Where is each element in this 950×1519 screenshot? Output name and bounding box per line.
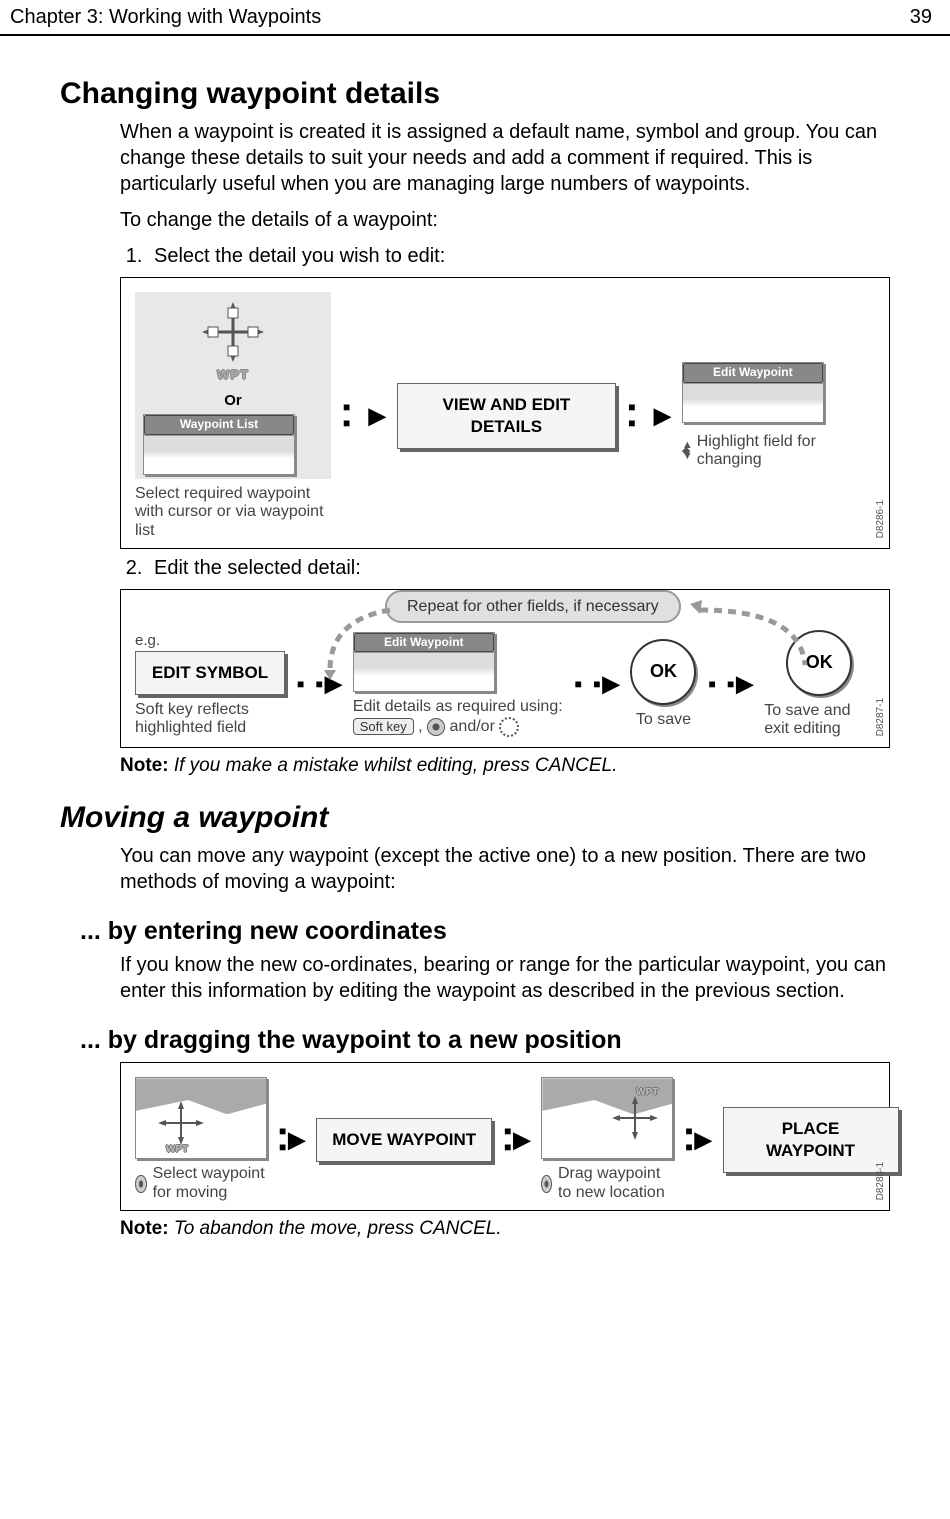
fourway-icon	[135, 1175, 147, 1193]
section-heading-moving: Moving a waypoint	[60, 798, 890, 837]
move-waypoint-panel: MOVE WAYPOINT	[316, 1118, 492, 1162]
caption-drag: Drag waypoint to new location	[558, 1165, 673, 1202]
view-edit-panel: VIEW AND EDIT DETAILS	[397, 383, 617, 449]
page-header: Chapter 3: Working with Waypoints 39	[0, 0, 950, 36]
arrow-icon: ■ ■ ▶	[339, 400, 389, 431]
eg-label: e.g.	[135, 631, 285, 651]
trackpad-icon	[427, 718, 445, 736]
note-cancel-move: Note: To abandon the move, press CANCEL.	[120, 1217, 890, 1242]
figure-code: D8286-1	[874, 500, 887, 538]
page-number: 39	[910, 4, 932, 30]
map-thumb: WPT	[135, 1077, 267, 1159]
caption-to-save: To save	[636, 711, 691, 729]
caption-highlight: Highlight field for changing	[697, 433, 875, 470]
body-text: To change the details of a waypoint:	[120, 207, 890, 233]
chapter-title: Chapter 3: Working with Waypoints	[10, 4, 321, 30]
figure-edit-detail: Repeat for other fields, if necessary e.…	[120, 589, 890, 748]
wpt-label: WPT	[636, 1086, 658, 1099]
step-1: Select the detail you wish to edit:	[148, 243, 890, 269]
cursor-icon	[143, 302, 323, 362]
figure-drag-waypoint: WPT Select waypoint for moving ■ ■ ▶ MOV…	[120, 1062, 890, 1211]
arrow-icon: ■ ■ ▶	[681, 1124, 714, 1155]
arrow-icon: ■ ■ ▶	[275, 1124, 308, 1155]
edit-symbol-panel: EDIT SYMBOL	[135, 651, 285, 695]
caption-softkey: Soft key reflects highlighted field	[135, 701, 285, 738]
caption-select-move: Select waypoint for moving	[153, 1165, 267, 1202]
repeat-bubble: Repeat for other fields, if necessary	[385, 590, 681, 623]
arrow-icon: ■ ■ ▶	[624, 400, 674, 431]
map-thumb: WPT	[541, 1077, 673, 1159]
figure-code: D8287-1	[874, 698, 887, 736]
note-cancel-edit: Note: If you make a mistake whilst editi…	[120, 754, 890, 779]
step-2: Edit the selected detail:	[148, 555, 890, 581]
fourway-icon	[541, 1175, 552, 1193]
body-text: When a waypoint is created it is assigne…	[120, 119, 890, 197]
ok-button: OK	[630, 639, 696, 705]
and-or-label: and/or	[450, 718, 495, 735]
soft-key-chip: Soft key	[353, 718, 414, 735]
waypoint-list-tab: Waypoint List	[144, 415, 294, 435]
arrow-icon: ■ ■ ▶	[571, 670, 623, 699]
caption-select: Select required waypoint with cursor or …	[135, 485, 331, 540]
body-text: If you know the new co-ordinates, bearin…	[120, 952, 890, 1004]
edit-waypoint-tab: Edit Waypoint	[683, 363, 823, 383]
arrow-icon: ■ ■ ▶	[500, 1124, 533, 1155]
caption-save-exit: To save and exit editing	[764, 702, 874, 739]
caption-edit-details: Edit details as required using:	[353, 698, 563, 715]
wpt-label: WPT	[166, 1143, 188, 1156]
rotary-icon	[499, 717, 519, 737]
place-waypoint-panel: PLACE WAYPOINT	[723, 1107, 899, 1173]
figure-select-detail: WPT Or Waypoint List Select required way…	[120, 277, 890, 549]
updown-icon: ▲◆▼	[682, 443, 693, 460]
section-heading-changing: Changing waypoint details	[60, 74, 890, 113]
subheading-drag: ... by dragging the waypoint to a new po…	[80, 1024, 890, 1057]
or-label: Or	[143, 391, 323, 411]
wpt-label: WPT	[217, 367, 249, 384]
body-text: You can move any waypoint (except the ac…	[120, 843, 890, 895]
subheading-coords: ... by entering new coordinates	[80, 915, 890, 948]
figure-code: D8288-1	[874, 1162, 887, 1200]
